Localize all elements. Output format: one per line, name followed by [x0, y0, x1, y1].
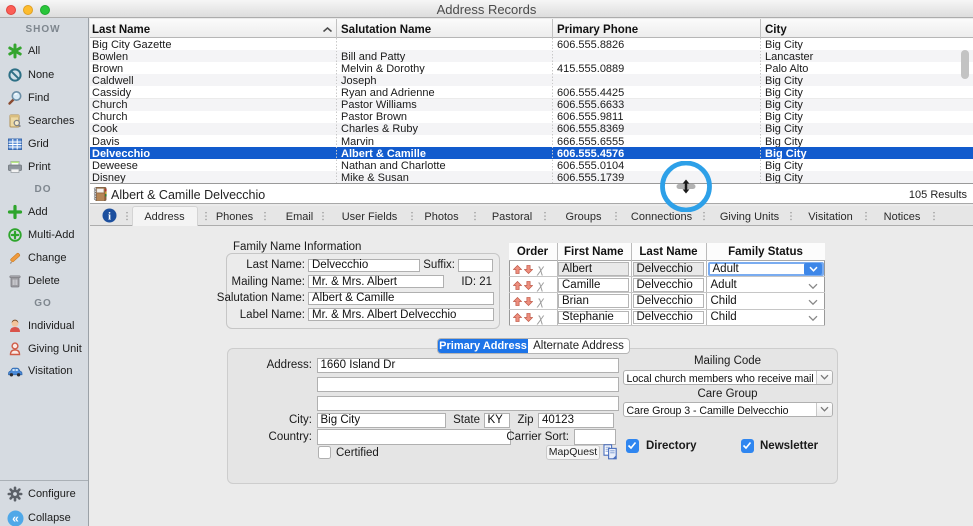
svg-text:«: «: [12, 512, 19, 526]
